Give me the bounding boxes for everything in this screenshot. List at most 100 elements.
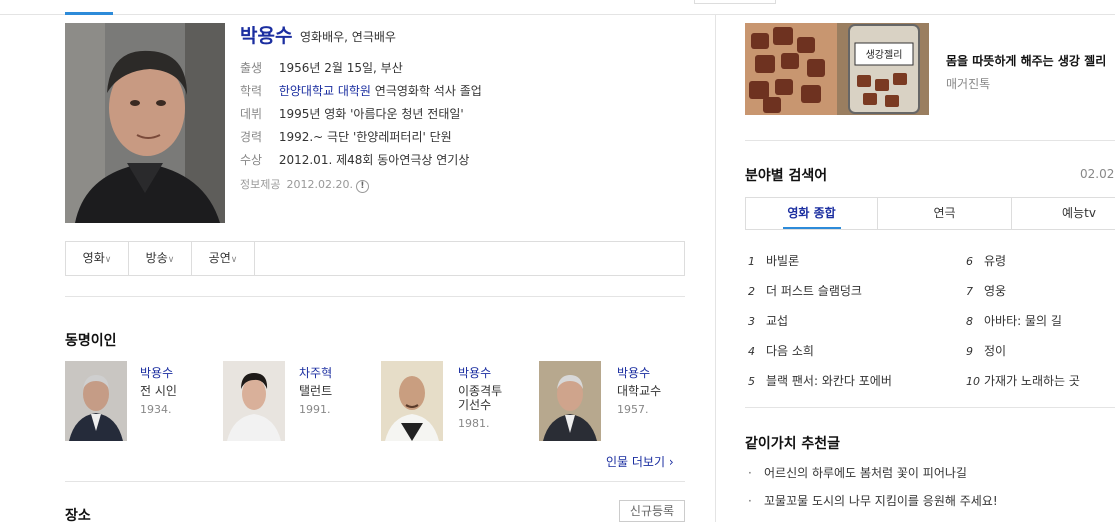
info-icon[interactable]: ! [355,180,369,193]
divider [65,481,685,482]
tab-entertainment[interactable]: 예능tv [1012,198,1115,229]
info-row-education: 학력 한양대학교 대학원 연극영화학 석사 졸업 [240,82,482,99]
rank-number: 9 [966,345,973,358]
column-separator [715,15,716,522]
rank-item[interactable]: 3 교섭 [748,312,788,329]
rank-item[interactable]: 6 유령 [966,252,1006,269]
rank-number: 4 [748,345,755,358]
person-desc: 대학교수 [617,384,662,398]
ranking-date: 02.02. [1080,167,1115,181]
person-year: 1934. [140,403,172,416]
person-name[interactable]: 박용수 [140,364,173,381]
person-photo[interactable] [381,361,443,441]
rank-text: 교섭 [766,314,789,328]
rank-text: 영웅 [984,284,1007,298]
active-tab-indicator [783,227,841,229]
person-desc: 이종격투 기선수 [458,384,503,412]
divider [65,296,685,297]
profile-photo [65,23,225,223]
top-divider [0,14,1115,15]
filter-label: 영화 [82,251,105,265]
filter-performance[interactable]: 공연∨ [192,242,255,275]
person-desc: 탤런트 [299,384,333,398]
person-name[interactable]: 박용수 [458,364,491,381]
jar-label: 생강젤리 [866,49,903,61]
chevron-down-icon: ∨ [104,255,112,265]
divider [745,407,1115,408]
info-value: 2012.01. 제48회 동아연극상 연기상 [278,153,470,167]
person-desc: 전 시인 [140,384,177,398]
ranking-tabs: 영화 종합 연극 예능tv [745,197,1115,230]
profile-name: 박용수 [240,25,293,47]
rank-text: 아바타: 물의 길 [984,314,1062,328]
filter-movie[interactable]: 영화∨ [66,242,129,275]
place-title: 장소 [65,508,91,522]
rank-item[interactable]: 10 가재가 노래하는 곳 [966,372,1080,389]
source-date: 2012.02.20. [286,178,353,191]
person-photo[interactable] [65,361,127,441]
rank-text: 바빌론 [766,254,800,268]
rank-item[interactable]: 7 영웅 [966,282,1006,299]
filter-label: 방송 [145,251,168,265]
rank-item[interactable]: 1 바빌론 [748,252,799,269]
ad-title[interactable]: 몸을 따뜻하게 해주는 생강 젤리 [946,52,1106,69]
person-year: 1957. [617,403,649,416]
rank-item[interactable]: 8 아바타: 물의 길 [966,312,1062,329]
top-control[interactable] [694,0,776,4]
ranking-title: 분야별 검색어 [745,168,828,184]
rank-number: 7 [966,285,973,298]
recommend-item[interactable]: · 꼬물꼬물 도시의 나무 지킴이를 응원해 주세요! [748,492,998,509]
ad-image[interactable]: 생강젤리 [745,23,929,115]
info-value: 1956년 2월 15일, 부산 [278,61,403,75]
filter-label: 공연 [208,251,231,265]
info-row-birth: 출생 1956년 2월 15일, 부산 [240,59,403,76]
chevron-down-icon: ∨ [167,255,175,265]
recommend-text: 꼬물꼬물 도시의 나무 지킴이를 응원해 주세요! [764,494,998,508]
source-label: 정보제공 [240,178,281,191]
info-label: 경력 [240,130,263,144]
more-people-link[interactable]: 인물 더보기 › [606,453,674,470]
rank-text: 다음 소희 [766,344,814,358]
rank-text: 가재가 노래하는 곳 [984,374,1080,388]
bullet: · [748,466,752,480]
chevron-down-icon: ∨ [230,255,238,265]
info-label: 출생 [240,61,263,75]
rank-text: 정이 [984,344,1007,358]
same-name-title: 동명이인 [65,333,117,349]
divider [745,140,1115,141]
info-label: 수상 [240,153,263,167]
person-photo[interactable] [223,361,285,441]
person-year: 1981. [458,417,490,430]
education-link[interactable]: 한양대학교 대학원 [279,84,371,98]
rank-number: 10 [966,375,980,388]
rank-item[interactable]: 9 정이 [966,342,1006,359]
info-row-career: 경력 1992.~ 극단 '한양레퍼터리' 단원 [240,128,452,145]
person-name[interactable]: 박용수 [617,364,650,381]
info-value: 1992.~ 극단 '한양레퍼터리' 단원 [278,130,452,144]
rank-number: 6 [966,255,973,268]
bullet: · [748,494,752,508]
tab-movie-total[interactable]: 영화 종합 [746,198,878,229]
rank-text: 더 퍼스트 슬램덩크 [766,284,862,298]
filter-broadcast[interactable]: 방송∨ [129,242,192,275]
recommend-item[interactable]: · 어르신의 하루에도 봄처럼 꽃이 피어나길 [748,464,967,481]
info-value: 연극영화학 석사 졸업 [374,84,482,98]
active-tab-indicator [65,12,113,15]
person-photo[interactable] [539,361,601,441]
tab-theater[interactable]: 연극 [878,198,1012,229]
rank-item[interactable]: 2 더 퍼스트 슬램덩크 [748,282,862,299]
category-filter: 영화∨ 방송∨ 공연∨ [65,241,685,276]
register-button[interactable]: 신규등록 [619,500,685,522]
info-source: 정보제공 2012.02.20.! [240,176,369,193]
profile-job: 영화배우, 연극배우 [300,30,396,44]
person-name[interactable]: 차주혁 [299,364,332,381]
rank-item[interactable]: 4 다음 소희 [748,342,814,359]
rank-number: 1 [748,255,755,268]
rank-number: 2 [748,285,755,298]
rank-text: 유령 [984,254,1007,268]
rank-number: 3 [748,315,755,328]
rank-number: 5 [748,375,755,388]
rank-item[interactable]: 5 블랙 팬서: 와칸다 포에버 [748,372,892,389]
recommend-title: 같이가치 추천글 [745,436,841,452]
info-row-award: 수상 2012.01. 제48회 동아연극상 연기상 [240,151,469,168]
